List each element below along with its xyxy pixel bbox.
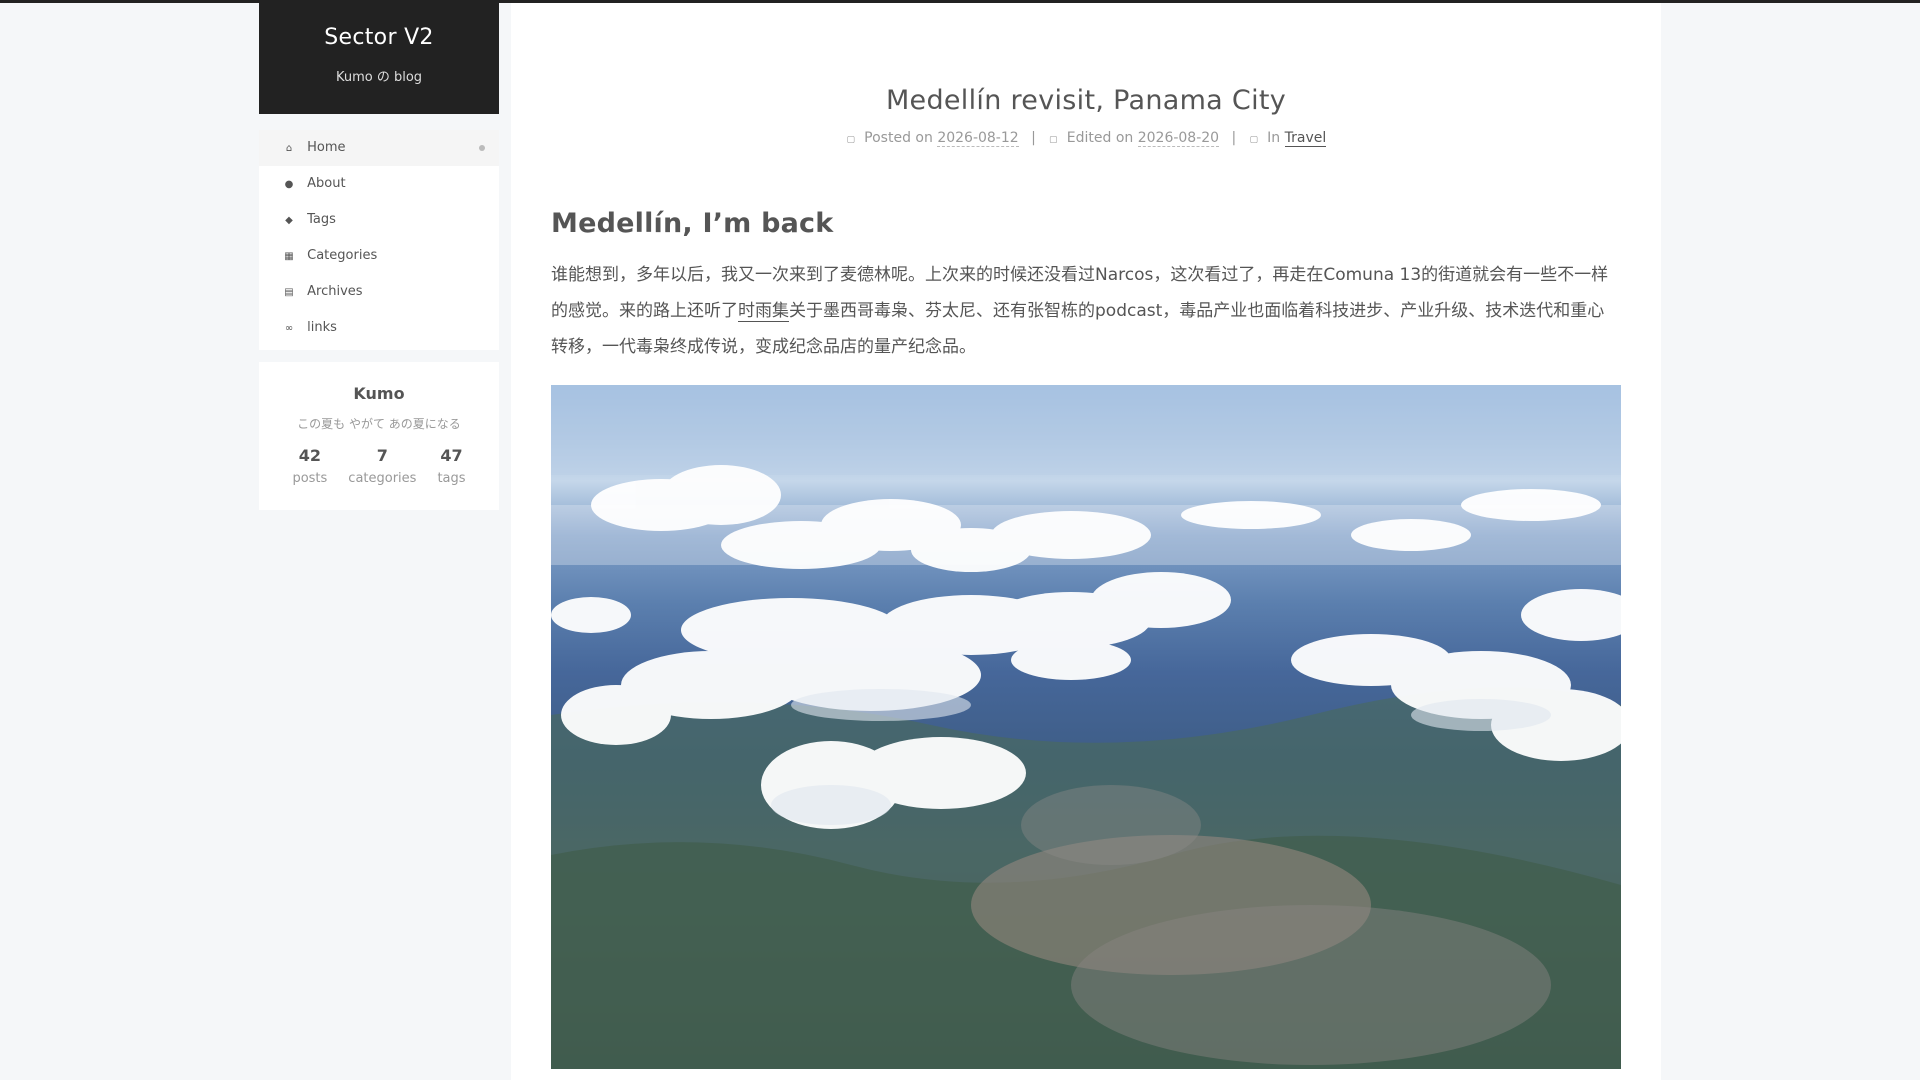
- folder-icon: ▢: [1249, 135, 1258, 145]
- stat-categories[interactable]: 7 categories: [337, 446, 426, 486]
- menu-item-label: links: [307, 320, 337, 335]
- calendar-check-icon: ▢: [1049, 135, 1058, 145]
- stat-tags[interactable]: 47 tags: [426, 446, 475, 486]
- menu-item-categories[interactable]: ▦ Categories: [259, 238, 499, 274]
- author-motto: この夏も やがて あの夏になる: [297, 417, 461, 431]
- category-link[interactable]: Travel: [1284, 130, 1327, 147]
- archive-icon: ▤: [284, 287, 294, 298]
- menu-item-label: Home: [307, 140, 346, 155]
- stat-count: 47: [440, 446, 463, 465]
- edited-label: Edited on: [1066, 130, 1134, 146]
- tags-icon: ◆: [285, 215, 293, 226]
- menu-item-label: Tags: [307, 212, 336, 227]
- photo-illustration: [551, 385, 1621, 1069]
- site-title[interactable]: Sector V2: [259, 3, 499, 50]
- meta-separator: |: [1031, 130, 1036, 146]
- meta-separator: |: [1231, 130, 1237, 146]
- site-brand: Sector V2 Kumo の blog: [259, 3, 499, 114]
- post-meta: ▢ Posted on 2026-08-12 | ▢ Edited on 202…: [511, 130, 1661, 147]
- in-label: In: [1267, 130, 1281, 146]
- podcast-link[interactable]: 时雨集: [738, 301, 789, 322]
- author-overview: Kumo この夏も やがて あの夏になる 42 posts 7 categori…: [259, 362, 499, 510]
- th-icon: ▦: [284, 251, 294, 262]
- user-icon: ●: [284, 179, 294, 190]
- author-name: Kumo: [353, 384, 405, 403]
- menu-item-label: About: [307, 176, 346, 191]
- menu-item-label: Categories: [307, 248, 378, 263]
- active-indicator-dot: [479, 145, 485, 151]
- posted-label: Posted on: [864, 130, 933, 146]
- menu-item-label: Archives: [307, 284, 363, 299]
- menu-item-about[interactable]: ● About: [259, 166, 499, 202]
- stat-posts[interactable]: 42 posts: [282, 446, 337, 486]
- menu-item-links[interactable]: ∞ links: [259, 310, 499, 346]
- stat-label: posts: [292, 471, 328, 486]
- edited-date: 2026-08-20: [1137, 130, 1220, 147]
- post-paragraph: 谁能想到，多年以后，我又一次来到了麦德林呢。上次来的时候还没看过Narcos，这…: [551, 257, 1621, 365]
- sidebar: Sector V2 Kumo の blog ⌂ Home ● About ◆ T…: [259, 3, 499, 510]
- post-body: Medellín, I’m back 谁能想到，多年以后，我又一次来到了麦德林呢…: [511, 208, 1661, 1069]
- stat-count: 42: [298, 446, 321, 465]
- post-container: Medellín revisit, Panama City ▢ Posted o…: [511, 3, 1661, 1080]
- posted-date: 2026-08-12: [937, 130, 1019, 147]
- section-heading: Medellín, I’m back: [551, 208, 834, 239]
- post-header: Medellín revisit, Panama City ▢ Posted o…: [511, 3, 1661, 147]
- site-menu: ⌂ Home ● About ◆ Tags ▦ Categories ▤ Arc…: [259, 130, 499, 350]
- stat-label: categories: [348, 471, 417, 486]
- post-title[interactable]: Medellín revisit, Panama City: [511, 85, 1661, 116]
- home-icon: ⌂: [285, 143, 293, 154]
- menu-item-archives[interactable]: ▤ Archives: [259, 274, 499, 310]
- menu-item-tags[interactable]: ◆ Tags: [259, 202, 499, 238]
- stat-label: tags: [437, 471, 466, 486]
- aerial-city-photo[interactable]: [551, 385, 1621, 1069]
- link-icon: ∞: [284, 323, 294, 334]
- stat-count: 7: [376, 446, 388, 465]
- menu-item-home[interactable]: ⌂ Home: [259, 130, 499, 166]
- site-stats: 42 posts 7 categories 47 tags: [259, 446, 499, 486]
- calendar-icon: ▢: [846, 135, 855, 145]
- site-subtitle: Kumo の blog: [335, 70, 423, 85]
